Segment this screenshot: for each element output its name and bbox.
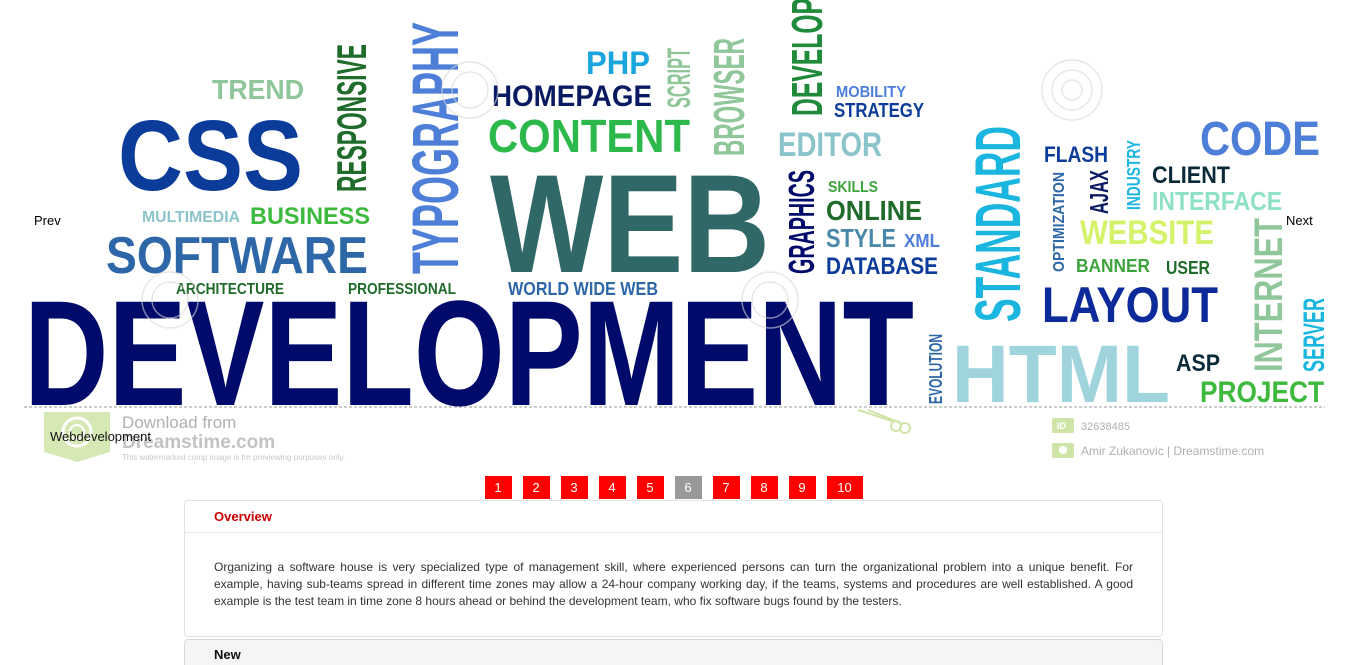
- word-skills: SKILLS: [828, 179, 878, 196]
- image-credit-text: Amir Zukanovic | Dreamstime.com: [1081, 444, 1264, 458]
- word-standard: STANDARD: [962, 126, 1034, 322]
- overview-heading[interactable]: Overview: [185, 501, 1162, 533]
- image-id-badge: ID 32638485: [1052, 418, 1130, 433]
- page: DEVELOPMENT WEB CSS SOFTWARE TREND MULTI…: [0, 0, 1347, 665]
- word-professional: PROFESSIONAL: [348, 281, 456, 298]
- word-responsive: RESPONSIVE: [328, 44, 375, 192]
- word-development: DEVELOPMENT: [24, 269, 914, 437]
- word-website: WEBSITE: [1080, 214, 1214, 252]
- word-style: STYLE: [826, 223, 896, 253]
- word-client: CLIENT: [1152, 162, 1230, 189]
- image-slider: DEVELOPMENT WEB CSS SOFTWARE TREND MULTI…: [0, 0, 1347, 470]
- word-asp: ASP: [1176, 350, 1220, 377]
- word-software: SOFTWARE: [106, 227, 368, 285]
- image-id-label: ID: [1057, 421, 1067, 431]
- word-banner: BANNER: [1076, 256, 1150, 276]
- pager-page-7[interactable]: 7: [712, 476, 740, 499]
- word-script: SCRIPT: [661, 48, 697, 108]
- watermark-notice-text: This watermarked comp image is for previ…: [122, 453, 345, 462]
- word-cloud-image: DEVELOPMENT WEB CSS SOFTWARE TREND MULTI…: [24, 0, 1331, 462]
- new-panel: New: [184, 639, 1163, 665]
- slide-caption: Webdevelopment: [50, 429, 151, 444]
- word-layout: LAYOUT: [1042, 277, 1218, 333]
- word-browser: BROWSER: [705, 38, 754, 156]
- pager-page-2[interactable]: 2: [522, 476, 550, 499]
- word-html: HTML: [952, 329, 1170, 420]
- word-optimization: OPTIMIZATION: [1051, 172, 1068, 272]
- word-editor: EDITOR: [778, 126, 882, 164]
- pager-page-10[interactable]: 10: [826, 476, 863, 499]
- image-credit: Amir Zukanovic | Dreamstime.com: [1052, 443, 1264, 458]
- word-internet: INTERNET: [1247, 218, 1291, 372]
- word-flash: FLASH: [1044, 142, 1108, 167]
- slider-pager: 1 2 3 4 5 6 7 8 9 10: [0, 476, 1347, 499]
- word-code: CODE: [1200, 113, 1320, 166]
- word-typography: TYPOGRAPHY: [398, 22, 472, 274]
- word-database: DATABASE: [826, 253, 938, 280]
- word-multimedia: MULTIMEDIA: [142, 209, 240, 226]
- word-homepage: HOMEPAGE: [492, 80, 652, 113]
- pager-page-1[interactable]: 1: [484, 476, 512, 499]
- word-online: ONLINE: [826, 195, 922, 226]
- pager-page-4[interactable]: 4: [598, 476, 626, 499]
- pager-page-5[interactable]: 5: [636, 476, 664, 499]
- slider-prev-link[interactable]: Prev: [34, 213, 61, 228]
- word-ajax: AJAX: [1084, 170, 1114, 214]
- word-css: CSS: [118, 100, 303, 212]
- overview-panel: Overview Organizing a software house is …: [184, 500, 1163, 637]
- pager-page-3[interactable]: 3: [560, 476, 588, 499]
- pager-page-8[interactable]: 8: [750, 476, 778, 499]
- word-graphics: GRAPHICS: [781, 170, 822, 274]
- word-server: SERVER: [1298, 298, 1331, 372]
- slider-next-link[interactable]: Next: [1286, 213, 1313, 228]
- word-php: PHP: [586, 45, 650, 81]
- word-strategy: STRATEGY: [834, 100, 925, 122]
- word-world-wide-web: WORLD WIDE WEB: [508, 279, 658, 299]
- overview-body: Organizing a software house is very spec…: [214, 560, 1133, 608]
- word-develop: DEVELOP: [783, 0, 832, 116]
- word-xml: XML: [904, 231, 940, 251]
- word-business: BUSINESS: [250, 203, 370, 230]
- image-id-value: 32638485: [1081, 421, 1130, 433]
- pager-page-9[interactable]: 9: [788, 476, 816, 499]
- word-content: CONTENT: [488, 110, 690, 162]
- new-heading[interactable]: New: [185, 640, 1162, 665]
- word-evolution: EVOLUTION: [926, 334, 946, 404]
- word-user: USER: [1166, 258, 1210, 278]
- slide-image: DEVELOPMENT WEB CSS SOFTWARE TREND MULTI…: [0, 0, 1347, 470]
- pager-page-6[interactable]: 6: [674, 476, 702, 499]
- word-interface: INTERFACE: [1152, 186, 1282, 216]
- word-project: PROJECT: [1200, 376, 1324, 409]
- word-mobility: MOBILITY: [836, 84, 906, 101]
- word-industry: INDUSTRY: [1124, 140, 1144, 210]
- word-trend: TREND: [212, 74, 304, 105]
